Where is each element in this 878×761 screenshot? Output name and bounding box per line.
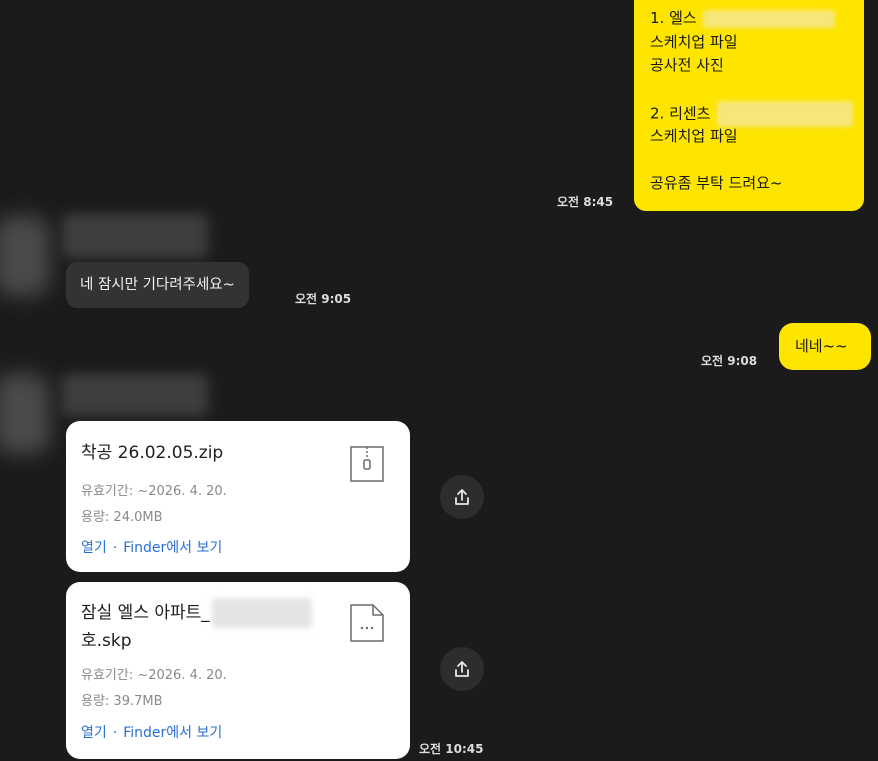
incoming-message-bubble[interactable]: 네 잠시만 기다려주세요~ — [66, 262, 249, 308]
file-size: 용량: 39.7MB — [81, 694, 163, 709]
redacted-text — [717, 101, 854, 127]
file-card[interactable]: 착공 26.02.05.zip 유효기간: ~2026. 4. 20. 용량: … — [66, 421, 410, 572]
file-name: 착공 26.02.05.zip — [81, 440, 223, 467]
open-file-link[interactable]: 열기 — [81, 725, 107, 741]
redacted-text — [703, 9, 836, 28]
separator-dot: · — [112, 540, 118, 556]
message-line: 스케치업 파일 — [650, 32, 738, 51]
message-line: 1. 엘스 — [650, 7, 864, 31]
message-text: 1. 엘스 — [650, 9, 697, 27]
avatar[interactable] — [0, 216, 50, 296]
message-text: 네 잠시만 기다려주세요~ — [80, 277, 235, 293]
file-size: 용량: 24.0MB — [81, 510, 163, 525]
show-in-finder-link[interactable]: Finder에서 보기 — [123, 540, 222, 556]
message-text: 네네~~ — [795, 337, 848, 355]
chat-window: 1. 엘스 스케치업 파일 공사전 사진 2. 리센츠 스케치업 파일 공유좀 … — [0, 0, 878, 761]
message-text: 2. 리센츠 — [650, 104, 711, 123]
file-expiry: 유효기간: ~2026. 4. 20. — [81, 668, 227, 683]
file-name-text: 잠실 엘스 아파트_ — [81, 603, 210, 623]
file-name: 잠실 엘스 아파트_ 호.skp — [81, 598, 331, 655]
share-icon — [455, 661, 469, 677]
open-file-link[interactable]: 열기 — [81, 540, 107, 556]
message-line: 스케치업 파일 — [650, 126, 738, 145]
sender-name — [62, 214, 208, 258]
share-button[interactable] — [440, 647, 484, 691]
outgoing-message-bubble[interactable]: 네네~~ — [779, 323, 871, 370]
document-file-icon — [350, 604, 384, 642]
sender-name — [62, 374, 208, 416]
share-button[interactable] — [440, 475, 484, 519]
message-timestamp: 오전 9:05 — [295, 292, 352, 306]
outgoing-message-bubble[interactable]: 1. 엘스 스케치업 파일 공사전 사진 2. 리센츠 스케치업 파일 공유좀 … — [634, 0, 864, 211]
separator-dot: · — [112, 725, 118, 741]
message-line: 공사전 사진 — [650, 56, 724, 74]
zip-file-icon — [350, 446, 384, 482]
file-actions: 열기 · Finder에서 보기 — [81, 722, 222, 742]
show-in-finder-link[interactable]: Finder에서 보기 — [123, 725, 222, 741]
message-line: 공유좀 부탁 드려요~ — [650, 173, 783, 192]
redacted-text — [211, 598, 312, 628]
share-icon — [455, 489, 469, 505]
file-name-text: 착공 26.02.05.zip — [81, 443, 224, 463]
message-timestamp: 오전 8:45 — [557, 195, 614, 209]
message-line: 2. 리센츠 — [650, 101, 864, 127]
file-expiry: 유효기간: ~2026. 4. 20. — [81, 484, 227, 499]
file-card[interactable]: 잠실 엘스 아파트_ 호.skp 유효기간: ~2026. 4. 20. 용량:… — [66, 582, 410, 759]
avatar[interactable] — [0, 374, 50, 454]
message-timestamp: 오전 10:45 — [419, 742, 484, 756]
file-name-text: 호.skp — [81, 631, 132, 651]
file-actions: 열기 · Finder에서 보기 — [81, 537, 222, 557]
message-timestamp: 오전 9:08 — [701, 354, 758, 368]
